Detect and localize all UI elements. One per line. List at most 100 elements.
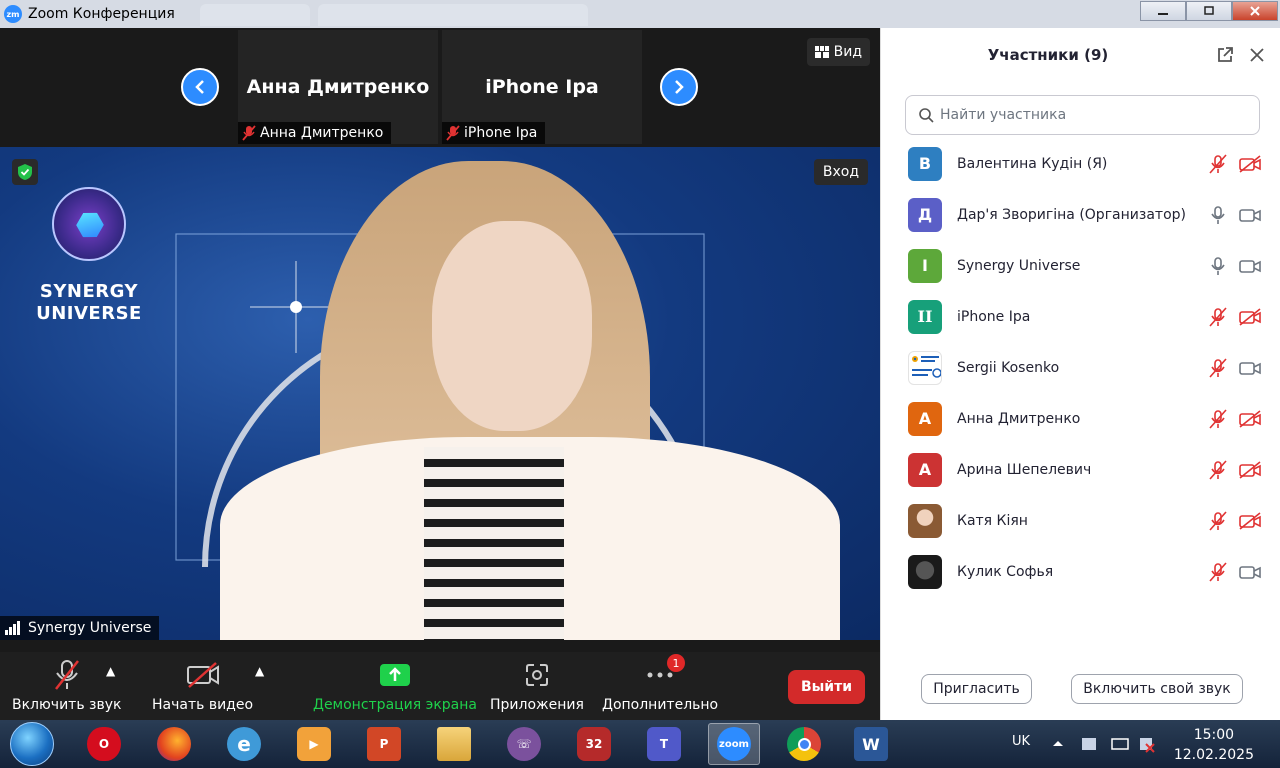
participant-list: В Валентина Кудін (Я) Д Дар'я Зворигіна … (881, 138, 1280, 597)
word-icon[interactable]: W (845, 723, 897, 765)
search-icon (919, 108, 934, 123)
opera-icon[interactable]: O (78, 723, 130, 765)
tile-name: iPhone Ipa (485, 76, 599, 98)
participant-name: iPhone Ipa (957, 308, 1031, 325)
enter-button[interactable]: Вход (813, 159, 868, 185)
video-icon[interactable] (1239, 357, 1261, 379)
language-indicator[interactable]: UK (1012, 734, 1030, 749)
popout-icon[interactable] (1216, 46, 1234, 68)
view-button[interactable]: Вид (806, 38, 870, 66)
mic-icon[interactable] (1207, 204, 1229, 226)
speaker-person-face (432, 221, 592, 431)
avatar (908, 350, 942, 385)
mic-muted-icon[interactable] (1207, 510, 1229, 532)
encryption-shield-icon[interactable] (12, 159, 38, 185)
video-off-icon[interactable] (1239, 408, 1261, 430)
media-player-icon[interactable]: ▶ (288, 723, 340, 765)
mic-muted-icon[interactable] (1207, 459, 1229, 481)
unmute-myself-button[interactable]: Включить свой звук (1071, 674, 1243, 704)
apps-icon (525, 664, 548, 686)
participant-row[interactable]: Sergii Kosenko (881, 342, 1280, 393)
game-icon[interactable]: 32 (568, 723, 620, 765)
participant-name: Анна Дмитренко (957, 410, 1081, 427)
video-off-icon[interactable] (1239, 459, 1261, 481)
start-button-icon[interactable] (10, 722, 54, 766)
video-icon[interactable] (1239, 561, 1261, 583)
invite-button[interactable]: Пригласить (921, 674, 1032, 704)
video-off-icon[interactable] (1239, 153, 1261, 175)
powerpoint-icon[interactable]: P (358, 723, 410, 765)
mic-muted-icon (242, 125, 256, 141)
participant-row[interactable]: II iPhone Ipa (881, 291, 1280, 342)
mic-muted-icon[interactable] (1207, 357, 1229, 379)
close-icon[interactable] (1232, 1, 1278, 21)
participant-row[interactable]: Д Дар'я Зворигіна (Организатор) (881, 189, 1280, 240)
video-icon[interactable] (1239, 204, 1261, 226)
mic-muted-icon (54, 660, 79, 690)
apps-button[interactable]: Приложения (490, 658, 584, 713)
participant-name: Арина Шепелевич (957, 461, 1092, 478)
share-screen-label: Демонстрация экрана (313, 697, 477, 713)
mic-muted-icon[interactable] (1207, 408, 1229, 430)
clock-time: 15:00 (1193, 727, 1235, 743)
maximize-icon[interactable] (1186, 1, 1232, 21)
file-explorer-icon[interactable] (428, 723, 480, 765)
avatar (908, 503, 942, 538)
mic-muted-icon[interactable] (1207, 306, 1229, 328)
signal-strength-icon (5, 621, 20, 635)
internet-explorer-icon[interactable]: e (218, 723, 270, 765)
participant-name: Катя Кіян (957, 512, 1028, 529)
participant-row[interactable]: Катя Кіян (881, 495, 1280, 546)
participants-panel: Участники (9) В Валентина Кудін (Я) Д (880, 28, 1280, 720)
start-video-label: Начать видео (152, 697, 254, 713)
video-options-caret-icon[interactable]: ▲ (255, 664, 264, 678)
mic-muted-icon[interactable] (1207, 153, 1229, 175)
zoom-taskbar-icon[interactable]: zoom (708, 723, 760, 765)
more-button[interactable]: 1 Дополнительно (602, 654, 718, 713)
participant-search[interactable] (905, 95, 1260, 135)
video-off-icon[interactable] (1239, 510, 1261, 532)
chrome-icon[interactable] (778, 723, 830, 765)
system-tray (1050, 734, 1160, 757)
window-title: Zoom Конференция (28, 6, 175, 22)
tile-label-text: Анна Дмитренко (260, 125, 384, 141)
organization-logo-icon (912, 355, 941, 378)
video-tile[interactable]: iPhone Ipa iPhone Ipa (442, 30, 642, 144)
share-screen-button[interactable]: Демонстрация экрана (313, 658, 477, 713)
speaker-name: Synergy Universe (28, 620, 152, 636)
mic-muted-icon[interactable] (1207, 561, 1229, 583)
tile-label-text: iPhone Ipa (464, 125, 538, 141)
video-icon[interactable] (1239, 255, 1261, 277)
thumbnail-strip: Анна Дмитренко Анна Дмитренко iPhone Ipa… (0, 28, 880, 146)
avatar: I (908, 248, 942, 283)
firefox-icon[interactable] (148, 723, 200, 765)
participant-row[interactable]: I Synergy Universe (881, 240, 1280, 291)
start-video-button[interactable]: Начать видео (152, 658, 253, 713)
participant-row[interactable]: А Арина Шепелевич (881, 444, 1280, 495)
mic-icon[interactable] (1207, 255, 1229, 277)
clock-date: 12.02.2025 (1173, 747, 1254, 763)
more-notification-badge: 1 (667, 654, 686, 672)
close-panel-icon[interactable] (1248, 46, 1266, 68)
video-off-icon[interactable] (1239, 306, 1261, 328)
teams-icon[interactable]: T (638, 723, 690, 765)
system-clock[interactable]: 15:00 12.02.2025 (1174, 725, 1254, 765)
grid-view-icon (814, 46, 829, 58)
video-tile[interactable]: Анна Дмитренко Анна Дмитренко (238, 30, 438, 144)
avatar (908, 554, 942, 589)
avatar: II (908, 299, 942, 334)
search-input[interactable] (940, 107, 1240, 123)
viber-icon[interactable]: ☏ (498, 723, 550, 765)
minimize-icon[interactable] (1140, 1, 1186, 21)
brand-line-2: UNIVERSE (36, 303, 142, 324)
participant-row[interactable]: А Анна Дмитренко (881, 393, 1280, 444)
participant-row[interactable]: В Валентина Кудін (Я) (881, 138, 1280, 189)
previous-page-button[interactable] (181, 68, 219, 106)
windows-taskbar: O e ▶ P ☏ 32 T zoom W UK 15:00 12.02.202… (0, 720, 1280, 768)
participant-name: Кулик Софья (957, 563, 1054, 580)
participant-row[interactable]: Кулик Софья (881, 546, 1280, 597)
next-page-button[interactable] (660, 68, 698, 106)
leave-button[interactable]: Выйти (788, 670, 865, 704)
audio-options-caret-icon[interactable]: ▲ (106, 664, 115, 678)
avatar: А (908, 401, 942, 436)
